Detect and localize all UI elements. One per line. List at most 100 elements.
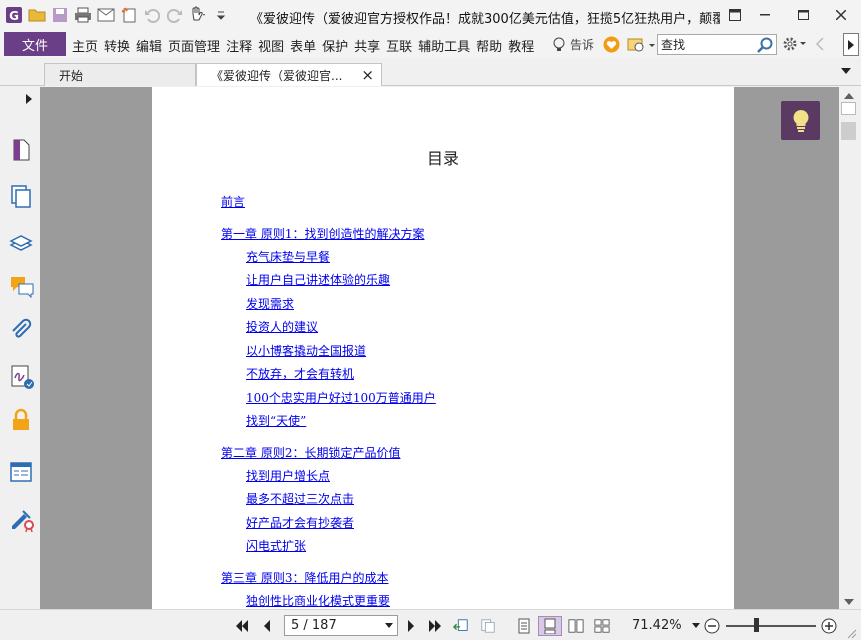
tab-document[interactable]: 《爱彼迎传（爱彼迎官... ×	[196, 63, 382, 86]
hand-tool-icon[interactable]	[188, 5, 208, 25]
menu-tab-view[interactable]: 视图	[258, 36, 284, 55]
ribbon-scroll-right-button[interactable]	[843, 33, 859, 56]
toc-link[interactable]: 充气床垫与早餐	[246, 248, 330, 265]
toc-link[interactable]: 投资人的建议	[246, 318, 318, 335]
tab-close-icon[interactable]: ×	[361, 66, 374, 84]
continuous-view-icon	[544, 618, 556, 634]
toc-link[interactable]: 找到用户增长点	[246, 467, 330, 484]
menu-tab-connect[interactable]: 互联	[386, 36, 412, 55]
single-page-view-icon[interactable]	[516, 618, 532, 634]
email-icon[interactable]	[96, 5, 116, 25]
resize-grip-icon[interactable]	[845, 627, 857, 639]
menu-tab-home[interactable]: 主页	[72, 36, 98, 55]
page-number-field[interactable]: 5 / 187	[284, 615, 398, 636]
menu-tab-organize[interactable]: 页面管理	[168, 36, 220, 55]
redo-icon[interactable]	[165, 5, 185, 25]
toc-link[interactable]: 独创性比商业化模式更重要	[246, 592, 390, 609]
toc-link[interactable]: 不放弃，才会有转机	[246, 365, 354, 382]
form-fields-icon[interactable]	[9, 460, 33, 484]
lightbulb-icon	[792, 109, 810, 133]
search-box[interactable]	[657, 34, 777, 55]
menu-tab-edit[interactable]: 编辑	[136, 36, 162, 55]
toc-link[interactable]: 第二章 原则2：长期锁定产品价值	[221, 444, 400, 461]
ribbon-tabs: 主页 转换 编辑 页面管理 注释 视图 表单 保护 共享 互联 辅助工具 帮助 …	[72, 36, 540, 55]
continuous-facing-view-icon[interactable]	[594, 618, 610, 634]
previous-view-icon[interactable]	[453, 618, 469, 634]
toc-link[interactable]: 发现需求	[246, 295, 294, 312]
new-document-icon[interactable]	[119, 5, 139, 25]
save-icon[interactable]	[50, 5, 70, 25]
zoom-slider-thumb[interactable]	[754, 618, 759, 632]
find-dropdown-icon[interactable]	[627, 37, 655, 53]
toc-link[interactable]: 100个忠实用户好过100万普通用户	[246, 389, 436, 406]
facing-pages-view-icon[interactable]	[568, 618, 584, 634]
toc-link[interactable]: 第三章 原则3：降低用户的成本	[221, 569, 388, 586]
lightbulb-icon	[552, 37, 566, 53]
scroll-down-icon[interactable]	[844, 599, 854, 605]
pages-panel-icon[interactable]	[9, 184, 33, 208]
certificate-icon[interactable]	[9, 506, 34, 532]
toc-link[interactable]: 闪电式扩张	[246, 537, 306, 554]
menu-tab-share[interactable]: 共享	[354, 36, 380, 55]
last-page-icon[interactable]	[427, 618, 443, 634]
previous-page-icon[interactable]	[259, 618, 275, 634]
menu-tab-accessibility[interactable]: 辅助工具	[418, 36, 470, 55]
attachments-icon[interactable]	[9, 318, 33, 342]
scroll-track-top	[841, 102, 856, 115]
open-folder-icon[interactable]	[27, 5, 47, 25]
search-input[interactable]	[661, 35, 757, 54]
page-dropdown-icon[interactable]	[385, 623, 393, 628]
menu-tab-tutorial[interactable]: 教程	[508, 36, 534, 55]
zoom-in-icon[interactable]	[821, 618, 837, 634]
toc-link[interactable]: 最多不超过三次点击	[246, 490, 354, 507]
menu-tab-convert[interactable]: 转换	[104, 36, 130, 55]
continuous-view-button[interactable]	[538, 616, 562, 636]
next-page-icon[interactable]	[403, 618, 419, 634]
toc-link[interactable]: 前言	[221, 193, 245, 210]
zoom-dropdown-icon[interactable]	[692, 623, 700, 628]
layers-icon[interactable]	[9, 230, 33, 254]
zoom-slider-track[interactable]	[726, 625, 816, 627]
print-icon[interactable]	[73, 5, 93, 25]
vertical-scrollbar[interactable]	[839, 87, 861, 609]
status-bar: 5 / 187 71.42%	[0, 609, 861, 640]
tell-me[interactable]: 告诉	[552, 36, 594, 53]
comments-icon[interactable]	[9, 274, 34, 298]
close-window-button[interactable]	[826, 5, 856, 25]
undo-icon[interactable]	[142, 5, 162, 25]
file-menu-button[interactable]: 文件	[4, 32, 66, 56]
toc-link[interactable]: 以小博客撬动全国报道	[246, 342, 366, 359]
scroll-up-icon[interactable]	[844, 93, 854, 99]
toc-link[interactable]: 找到“天使”	[246, 412, 306, 429]
app-logo-icon[interactable]: G	[4, 5, 24, 25]
customize-quick-access-icon[interactable]	[211, 5, 231, 25]
tab-list-dropdown-icon[interactable]	[841, 68, 851, 74]
zoom-out-icon[interactable]	[704, 618, 720, 634]
menu-bar: 文件 主页 转换 编辑 页面管理 注释 视图 表单 保护 共享 互联 辅助工具 …	[0, 32, 861, 58]
first-page-icon[interactable]	[234, 618, 250, 634]
ribbon-scroll-left-icon[interactable]	[815, 37, 825, 51]
security-lock-icon[interactable]	[9, 408, 33, 432]
zoom-level[interactable]: 71.42%	[632, 618, 682, 633]
feedback-heart-icon[interactable]	[603, 36, 620, 53]
scroll-thumb[interactable]	[841, 122, 856, 140]
menu-tab-protect[interactable]: 保护	[322, 36, 348, 55]
page-thumbnails-icon[interactable]	[9, 138, 33, 162]
signature-icon[interactable]	[9, 364, 34, 389]
next-view-icon[interactable]	[480, 618, 496, 634]
minimize-button[interactable]	[750, 5, 780, 25]
toc-link[interactable]: 让用户自己讲述体验的乐趣	[246, 271, 390, 288]
toc-link[interactable]: 好产品才会有抄袭者	[246, 514, 354, 531]
tab-start[interactable]: 开始	[44, 63, 196, 86]
maximize-button[interactable]	[788, 5, 818, 25]
toc-link[interactable]: 第一章 原则1：找到创造性的解决方案	[221, 225, 424, 242]
ribbon-options-icon[interactable]	[720, 5, 750, 25]
search-icon[interactable]	[757, 37, 773, 53]
document-viewport[interactable]: 目录 前言 第一章 原则1：找到创造性的解决方案 充气床垫与早餐 让用户自己讲述…	[40, 87, 839, 609]
settings-gear-icon[interactable]	[782, 36, 808, 52]
menu-tab-form[interactable]: 表单	[290, 36, 316, 55]
menu-tab-comment[interactable]: 注释	[226, 36, 252, 55]
expand-panel-icon[interactable]	[26, 94, 32, 104]
menu-tab-help[interactable]: 帮助	[476, 36, 502, 55]
tips-lightbulb-button[interactable]	[781, 101, 820, 140]
